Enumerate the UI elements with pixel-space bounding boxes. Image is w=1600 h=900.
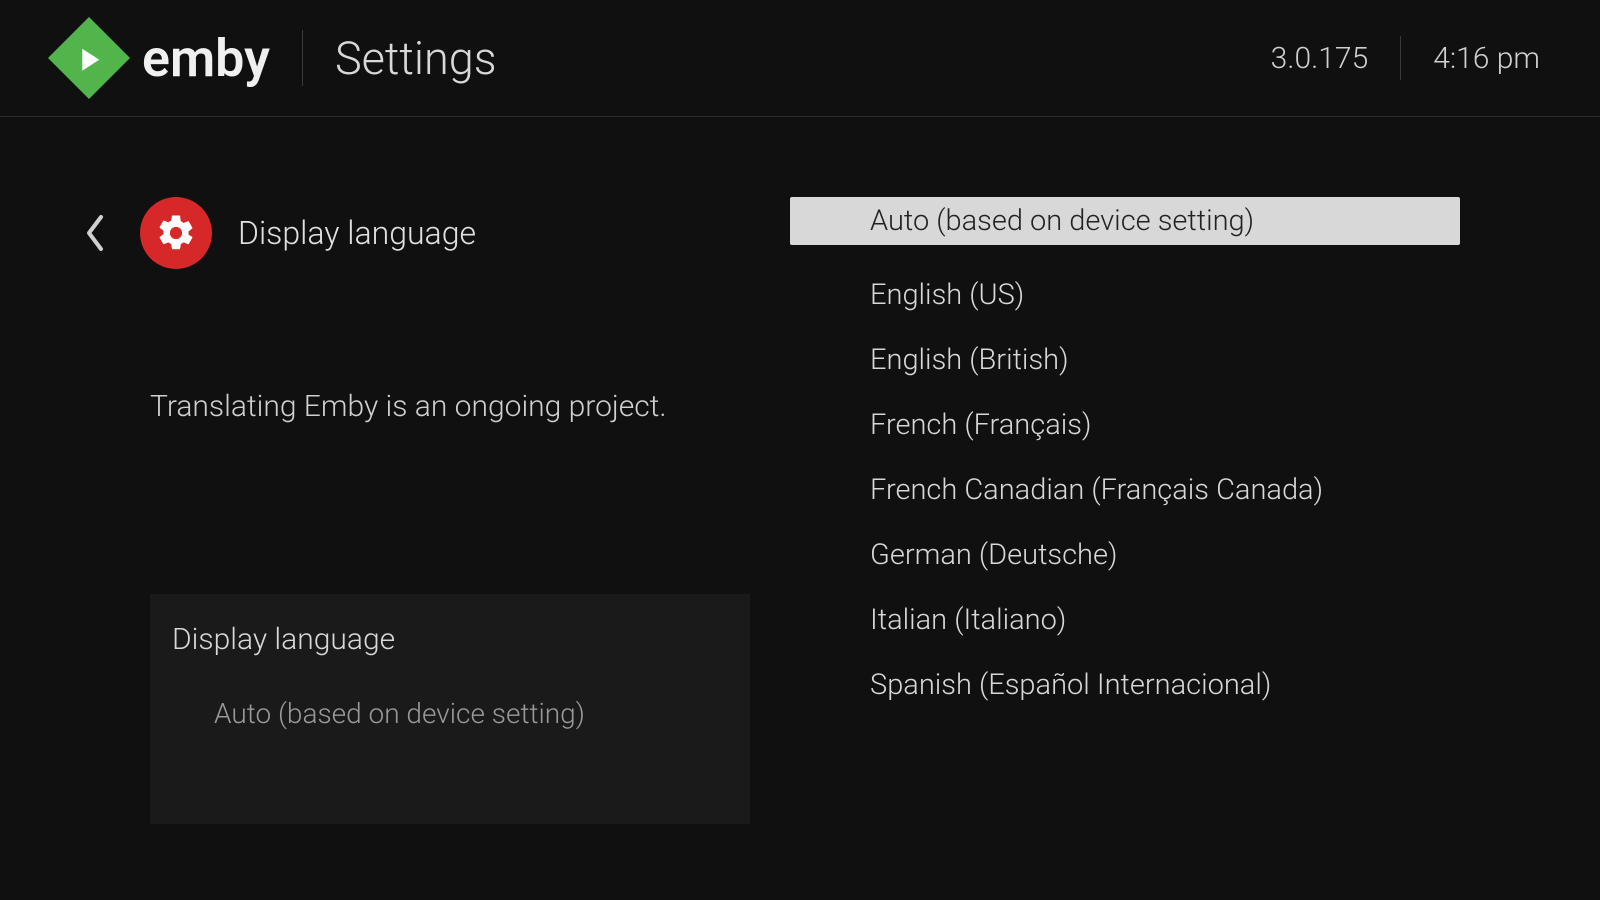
section-title-row: Display language — [80, 197, 750, 269]
left-pane: Display language Translating Emby is an … — [0, 197, 790, 824]
language-option[interactable]: English (US) — [790, 262, 1460, 327]
header: emby Settings 3.0.175 4:16 pm — [0, 0, 1600, 117]
page-title: Settings — [335, 32, 497, 85]
language-option-list: Auto (based on device setting) English (U… — [790, 197, 1460, 717]
header-right: 3.0.175 4:16 pm — [1271, 36, 1540, 80]
language-option[interactable]: French Canadian (Français Canada) — [790, 457, 1460, 522]
emby-logo-icon — [48, 17, 130, 99]
language-option[interactable]: English (British) — [790, 327, 1460, 392]
language-option[interactable]: Italian (Italiano) — [790, 587, 1460, 652]
header-divider — [1400, 36, 1401, 80]
back-button[interactable] — [80, 208, 110, 258]
language-option[interactable]: Auto (based on device setting) — [790, 197, 1460, 245]
gear-icon — [155, 212, 197, 254]
chevron-left-icon — [83, 213, 107, 253]
section-description: Translating Emby is an ongoing project. — [150, 389, 750, 424]
language-option[interactable]: Spanish (Español Internacional) — [790, 652, 1460, 717]
current-setting-card[interactable]: Display language Auto (based on device s… — [150, 594, 750, 824]
settings-badge — [140, 197, 212, 269]
card-title: Display language — [172, 622, 728, 657]
version-label: 3.0.175 — [1271, 41, 1369, 76]
clock-label: 4:16 pm — [1433, 41, 1540, 76]
brand-logo[interactable]: emby — [60, 28, 270, 89]
language-option[interactable]: French (Français) — [790, 392, 1460, 457]
right-pane: Auto (based on device setting) English (U… — [790, 197, 1600, 824]
content: Display language Translating Emby is an … — [0, 117, 1600, 824]
brand-text: emby — [142, 28, 270, 89]
section-title: Display language — [238, 214, 476, 252]
card-value: Auto (based on device setting) — [214, 697, 728, 730]
language-option[interactable]: German (Deutsche) — [790, 522, 1460, 587]
header-divider — [302, 30, 303, 86]
